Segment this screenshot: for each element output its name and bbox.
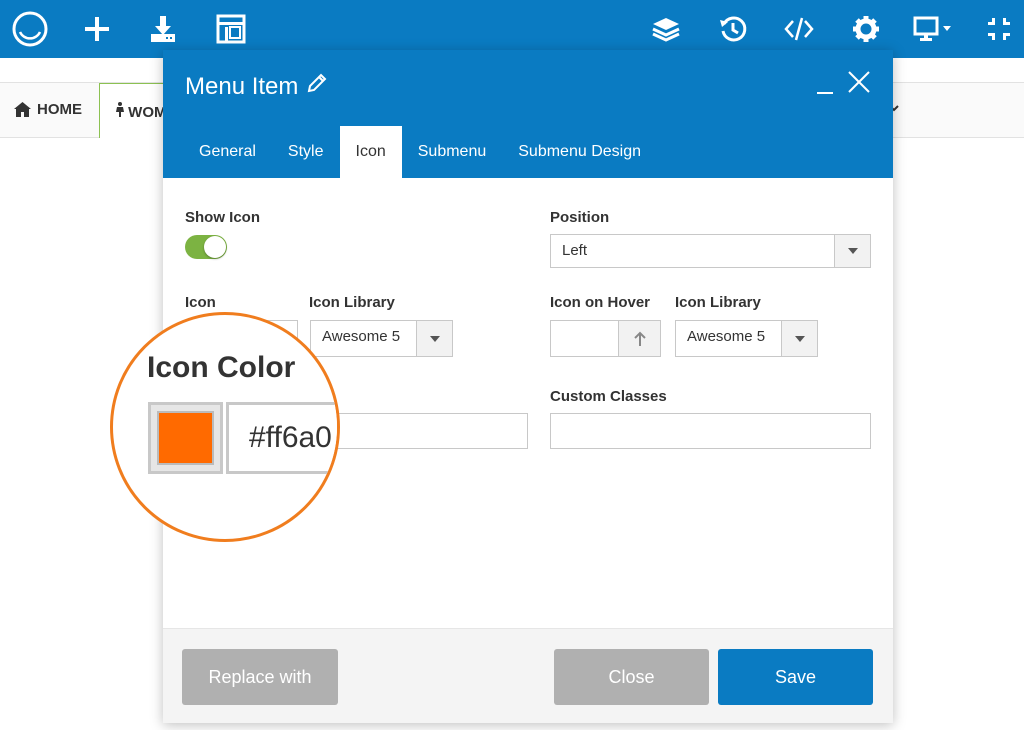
modal-footer: Replace with Close Save	[163, 628, 893, 723]
caret-down-icon	[781, 321, 817, 356]
nav-item-home[interactable]: HOME	[14, 101, 82, 118]
icon-library-label: Icon Library	[309, 294, 395, 311]
modal-title-text: Menu Item	[185, 72, 299, 100]
caret-down-icon	[416, 321, 452, 356]
caret-down-icon	[834, 235, 870, 267]
history-icon[interactable]	[714, 10, 752, 48]
home-icon	[14, 102, 31, 117]
nav-item-home-label: HOME	[37, 101, 82, 118]
tab-icon[interactable]: Icon	[339, 126, 402, 178]
position-select-value: Left	[562, 242, 588, 259]
gear-icon[interactable]	[847, 10, 885, 48]
layers-icon[interactable]	[647, 10, 685, 48]
icon-color-swatch[interactable]	[148, 402, 223, 474]
monitor-dropdown-icon[interactable]	[912, 10, 956, 48]
hover-icon-library-label: Icon Library	[675, 294, 761, 311]
modal-tabs: General Style Icon Submenu Submenu Desig…	[183, 126, 657, 178]
tab-general[interactable]: General	[183, 126, 272, 178]
tab-submenu[interactable]: Submenu	[402, 126, 503, 178]
icon-color-value-field[interactable]: #ff6a0	[226, 402, 337, 474]
icon-on-hover-picker[interactable]	[550, 320, 661, 357]
close-button[interactable]: Close	[554, 649, 709, 705]
custom-classes-label: Custom Classes	[550, 388, 667, 405]
close-icon[interactable]	[847, 70, 871, 98]
pencil-icon[interactable]	[306, 72, 328, 101]
custom-classes-input[interactable]	[550, 413, 871, 449]
tab-submenu-design[interactable]: Submenu Design	[502, 126, 657, 178]
position-label: Position	[550, 209, 610, 226]
code-icon[interactable]	[780, 10, 818, 48]
modal-header: Menu Item General Style Icon Submenu Sub…	[163, 50, 893, 178]
tab-style[interactable]: Style	[272, 126, 340, 178]
logo-ring-icon[interactable]	[11, 10, 49, 48]
show-icon-toggle[interactable]	[185, 235, 227, 259]
color-swatch-fill	[157, 411, 214, 465]
save-button[interactable]: Save	[718, 649, 873, 705]
person-icon	[116, 102, 124, 121]
modal-title: Menu Item	[185, 72, 328, 101]
nav-item-women-label: WOM	[128, 104, 167, 121]
hover-icon-library-select-value: Awesome 5	[687, 328, 766, 345]
show-icon-label: Show Icon	[185, 209, 260, 226]
hover-icon-library-select[interactable]: Awesome 5	[675, 320, 818, 357]
position-select[interactable]: Left	[550, 234, 871, 268]
replace-with-button[interactable]: Replace with	[182, 649, 338, 705]
icon-library-select-value: Awesome 5	[322, 328, 401, 345]
arrow-up-icon[interactable]	[618, 321, 660, 356]
minimize-icon[interactable]	[817, 70, 835, 98]
icon-on-hover-label: Icon on Hover	[550, 294, 651, 311]
layout-icon[interactable]	[212, 10, 250, 48]
icon-label: Icon	[185, 294, 216, 311]
icon-color-label: Icon Color	[147, 351, 296, 384]
collapse-icon[interactable]	[980, 10, 1018, 48]
icon-library-select[interactable]: Awesome 5	[310, 320, 453, 357]
download-icon[interactable]	[144, 10, 182, 48]
plus-icon[interactable]	[78, 10, 116, 48]
icon-color-magnifier: Icon Color #ff6a0	[110, 312, 340, 542]
